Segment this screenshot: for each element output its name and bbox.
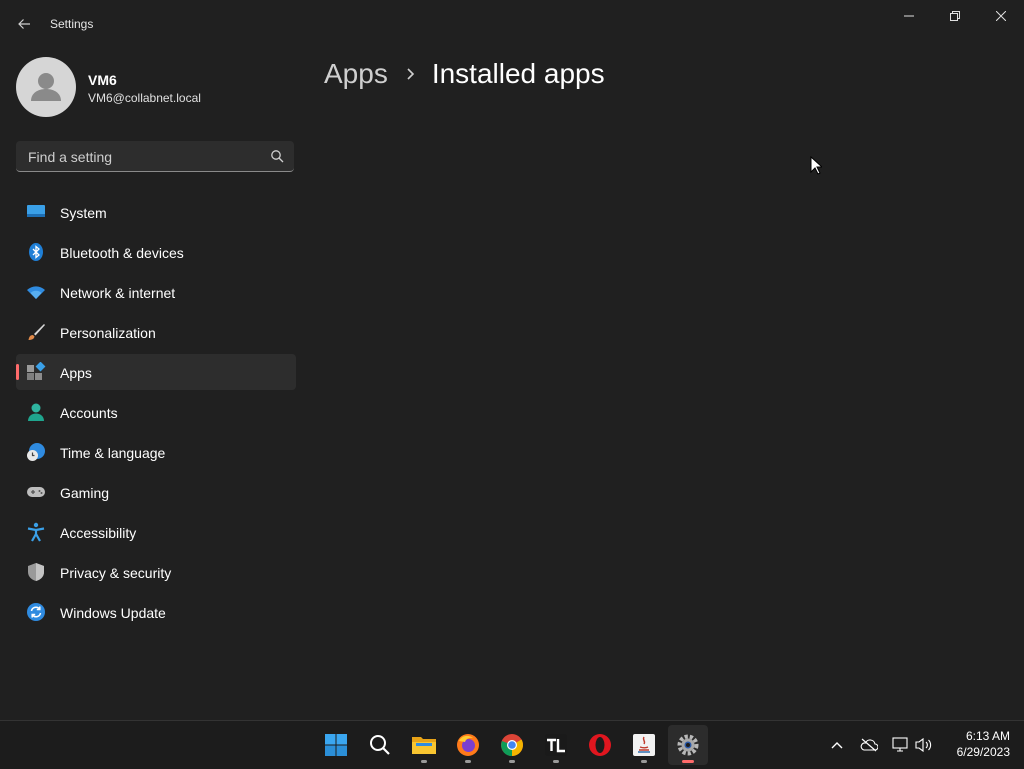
clock-date: 6/29/2023 [956, 745, 1010, 759]
taskbar-firefox[interactable] [448, 725, 488, 765]
sidebar-item-label: System [60, 205, 107, 221]
clock-globe-icon [27, 443, 45, 461]
close-icon [996, 11, 1006, 21]
file-explorer-icon [412, 737, 436, 754]
active-indicator [682, 760, 694, 763]
sidebar-item-apps[interactable]: Apps [16, 354, 296, 390]
system-icon [27, 205, 45, 217]
taskbar-file-explorer[interactable] [404, 725, 444, 765]
avatar[interactable] [16, 57, 76, 117]
breadcrumb: Apps Installed apps [324, 58, 605, 90]
settings-search-box[interactable] [16, 141, 294, 173]
sidebar-item-label: Privacy & security [60, 565, 172, 581]
sidebar-item-label: Time & language [60, 445, 166, 461]
minimize-button[interactable] [886, 0, 932, 32]
page-title: Installed apps [431, 58, 605, 89]
profile-email: VM6@collabnet.local [88, 91, 201, 105]
sidebar-item-network[interactable]: Network & internet [16, 274, 296, 310]
sidebar-item-accounts[interactable]: Accounts [16, 394, 296, 430]
show-hidden-icons-button[interactable] [825, 733, 849, 757]
running-indicator [553, 760, 559, 763]
mouse-pointer-icon [810, 156, 822, 175]
opera-icon [589, 734, 611, 756]
chevron-right-icon [406, 67, 416, 81]
running-indicator [421, 760, 427, 763]
sidebar-item-label: Apps [60, 365, 92, 381]
apps-icon [27, 362, 46, 380]
network-tray[interactable] [889, 733, 913, 757]
gamepad-icon [27, 487, 45, 497]
volume-icon [915, 737, 932, 753]
settings-gear-icon [677, 734, 699, 756]
sidebar-item-label: Personalization [60, 325, 156, 341]
taskbar-tl-app[interactable] [536, 725, 576, 765]
sidebar-item-label: Windows Update [60, 605, 166, 621]
java-app-icon [633, 734, 655, 756]
sidebar-item-bluetooth[interactable]: Bluetooth & devices [16, 234, 296, 270]
sidebar-item-privacy-security[interactable]: Privacy & security [16, 554, 296, 590]
taskbar-java-app[interactable] [624, 725, 664, 765]
sidebar-item-label: Network & internet [60, 285, 176, 301]
onedrive-tray[interactable] [857, 733, 881, 757]
sidebar-item-label: Bluetooth & devices [60, 245, 184, 261]
back-button[interactable] [12, 12, 36, 36]
sidebar-item-label: Gaming [60, 485, 110, 501]
default-user-icon [31, 73, 61, 101]
sidebar-nav: System Bluetooth & devices Network & int… [16, 194, 296, 634]
chevron-up-icon [831, 742, 843, 749]
sidebar-item-system[interactable]: System [16, 194, 296, 230]
minimize-icon [904, 15, 914, 17]
firefox-icon [457, 734, 479, 756]
accessibility-icon [27, 522, 45, 542]
maximize-button[interactable] [932, 0, 978, 32]
sidebar-item-personalization[interactable]: Personalization [16, 314, 296, 350]
onedrive-offline-icon [860, 738, 878, 752]
shield-icon [28, 563, 44, 581]
running-indicator [641, 760, 647, 763]
maximize-icon [950, 11, 960, 21]
sidebar-item-label: Accessibility [60, 525, 137, 541]
update-icon [27, 603, 45, 621]
wifi-icon [27, 286, 45, 299]
sidebar-item-label: Accounts [60, 405, 118, 421]
title-bar: Settings [0, 0, 1024, 48]
person-icon [28, 403, 44, 421]
search-icon [370, 735, 390, 755]
start-button[interactable] [316, 725, 356, 765]
search-input[interactable] [26, 141, 270, 173]
sidebar-item-gaming[interactable]: Gaming [16, 474, 296, 510]
taskbar-settings[interactable] [668, 725, 708, 765]
tl-app-icon [545, 734, 567, 756]
sidebar-item-time-language[interactable]: Time & language [16, 434, 296, 470]
bluetooth-icon [29, 243, 43, 261]
taskbar-opera[interactable] [580, 725, 620, 765]
back-arrow-icon [18, 19, 30, 29]
breadcrumb-parent-link[interactable]: Apps [324, 58, 388, 90]
chrome-icon [501, 734, 523, 756]
sidebar-item-accessibility[interactable]: Accessibility [16, 514, 296, 550]
close-button[interactable] [978, 0, 1024, 32]
brush-icon [28, 324, 45, 340]
volume-tray[interactable] [912, 733, 936, 757]
windows-start-icon [325, 734, 347, 756]
clock-time: 6:13 AM [965, 729, 1010, 743]
running-indicator [465, 760, 471, 763]
selection-indicator [16, 364, 19, 380]
network-icon [892, 737, 908, 752]
app-title: Settings [50, 17, 94, 31]
search-icon[interactable] [270, 149, 284, 163]
profile-name: VM6 [88, 72, 117, 88]
sidebar-item-windows-update[interactable]: Windows Update [16, 594, 296, 630]
taskbar: 6:13 AM 6/29/2023 [0, 720, 1024, 769]
running-indicator [509, 760, 515, 763]
taskbar-search-button[interactable] [360, 725, 400, 765]
taskbar-clock[interactable]: 6:13 AM 6/29/2023 [940, 728, 1010, 760]
taskbar-chrome[interactable] [492, 725, 532, 765]
